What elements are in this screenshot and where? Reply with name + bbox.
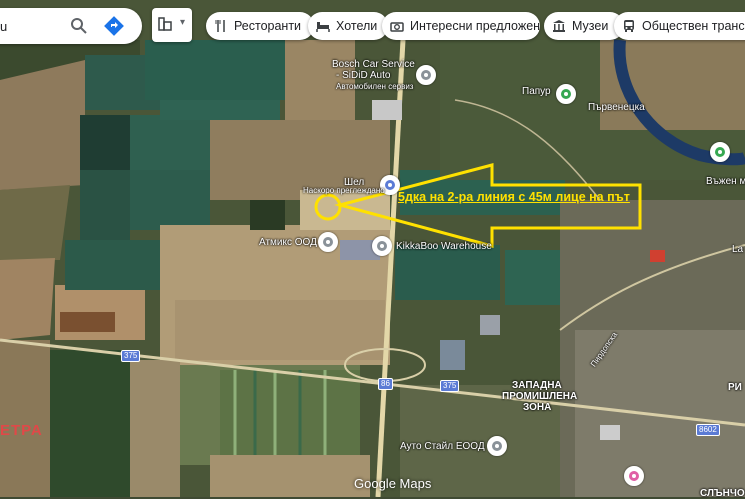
bus-icon [624,20,634,32]
chip-label: Обществен транспо [642,19,745,33]
chip-label: Музеи [572,19,609,33]
papur-pin-icon[interactable] [556,84,576,104]
park-pin-icon[interactable] [710,142,730,162]
chip-museums[interactable]: Музеи [544,12,624,40]
recently-viewed-label: Наскоро преглеждано [303,186,385,195]
chip-attractions[interactable]: Интересни предложени [382,12,540,40]
area-label-sl: СЛЪНЧО [700,488,745,499]
place-label-sidid[interactable]: - SiDiD Auto [336,70,390,81]
bed-icon [316,22,330,32]
red-area-label: ЕТРА [0,422,43,439]
area-label-la: La [732,244,744,255]
museum-icon [553,20,565,32]
route-shield-375: 375 [440,380,460,392]
chip-label: Интересни предложени [410,19,540,33]
chip-label: Хотели [336,19,378,33]
layers-button[interactable]: ▾ [152,8,192,42]
shop-pin-icon[interactable] [624,466,644,486]
route-shield-8602: 8602 [696,424,720,436]
auto-stail-pin-icon[interactable] [487,436,507,456]
kikkaboo-pin-icon[interactable] [372,236,392,256]
place-sub-bosch: Автомобилен сервиз [336,82,414,91]
search-input[interactable]: u [0,19,50,34]
place-label-kikkaboo[interactable]: KikkaBoo Warehouse [396,241,492,252]
area-label-zapadna-2: ПРОМИШЛЕНА [502,391,578,402]
bosch-pin-icon[interactable] [416,65,436,85]
route-shield-86: 86 [378,378,393,390]
layers-icon [158,17,172,31]
area-label-zapadna-3: ЗОНА [523,402,552,413]
chip-hotels[interactable]: Хотели [308,12,388,40]
directions-icon[interactable] [104,16,124,36]
chip-label: Ресторанти [234,19,302,33]
place-label-parvenetska: Първенецка [588,102,645,113]
place-label-bosch[interactable]: Bosch Car Service [332,59,415,70]
callout-text: 5дка на 2-ра линия с 45м лице на път [398,190,630,204]
area-label-ri: РИ [728,382,742,393]
google-maps-watermark: Google Maps [354,476,432,491]
place-label-atmiks[interactable]: Атмикс ООД [259,237,317,248]
fork-knife-icon [215,20,225,32]
place-label-vazhen[interactable]: Въжен м [706,176,745,187]
chip-restaurants[interactable]: Ресторанти [206,12,314,40]
chip-transit[interactable]: Обществен транспо [614,12,745,40]
camera-icon [390,22,404,32]
atmiks-pin-icon[interactable] [318,232,338,252]
search-box[interactable]: u [0,8,142,44]
place-label-papur[interactable]: Папур [522,86,551,97]
search-icon[interactable] [70,17,88,35]
area-label-zapadna-1: ЗАПАДНА [512,380,562,391]
place-label-auto-stail[interactable]: Ауто Стайл ЕООД [400,441,485,452]
route-shield-375: 375 [121,350,141,362]
chevron-down-icon: ▾ [180,17,186,28]
